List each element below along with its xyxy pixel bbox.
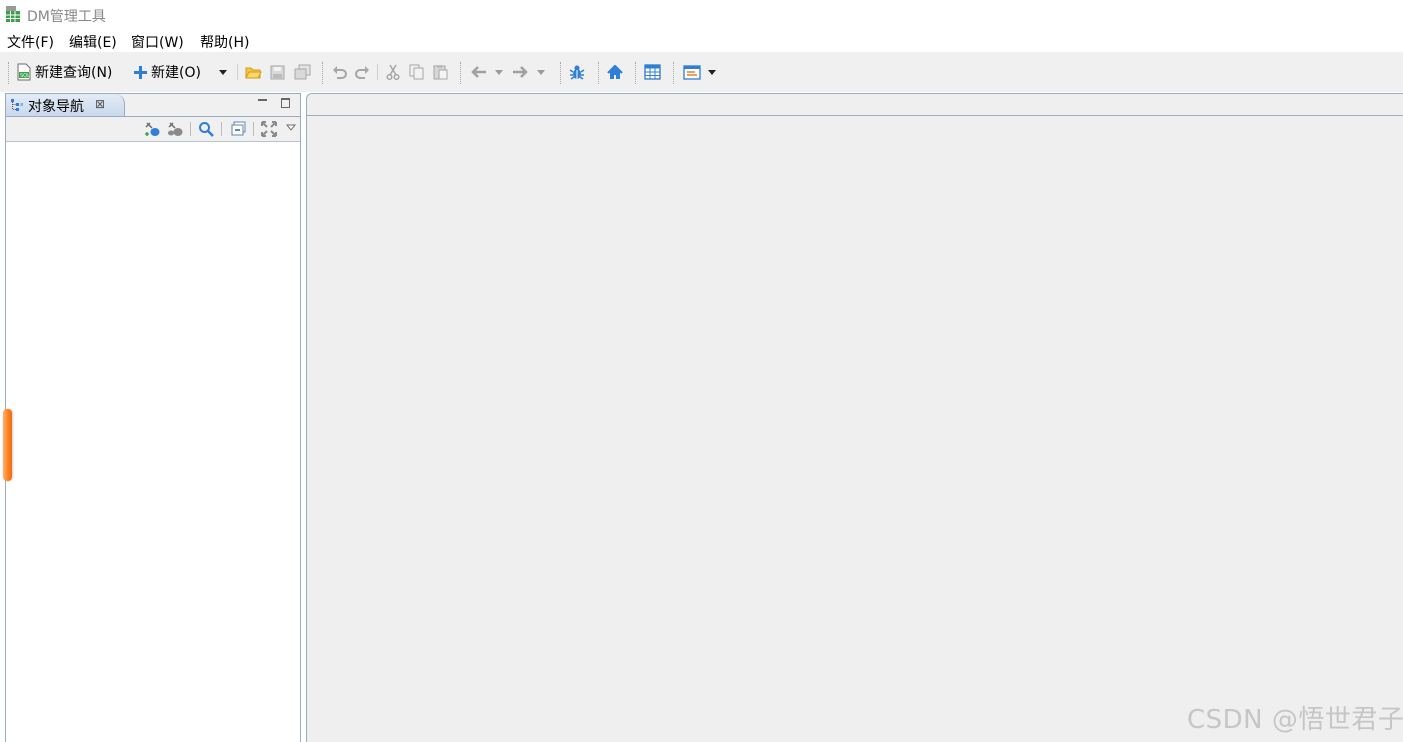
undo-button[interactable]	[332, 60, 348, 84]
table-icon	[644, 64, 661, 80]
toolbar-grip	[673, 62, 674, 84]
copy-icon	[409, 64, 424, 80]
toolbar-grip	[598, 62, 599, 84]
toolbar-grip	[460, 62, 461, 84]
forward-dropdown-button[interactable]	[537, 60, 545, 84]
debug-bug-icon	[569, 64, 585, 80]
tab-object-navigator[interactable]: 对象导航 ⊠	[6, 94, 125, 116]
redo-button[interactable]	[354, 60, 370, 84]
toolbar-separator	[237, 64, 238, 80]
object-navigator-panel: 对象导航 ⊠	[5, 93, 301, 742]
new-dropdown-button[interactable]	[219, 60, 227, 84]
toolbar-separator	[377, 64, 378, 80]
redo-icon	[354, 65, 370, 80]
editor-area	[306, 93, 1403, 742]
view-menu-icon[interactable]	[285, 120, 297, 136]
toolbar-grip	[560, 62, 561, 84]
chevron-down-icon	[495, 69, 503, 75]
menu-bar: 文件(F) 编辑(E) 窗口(W) 帮助(H)	[0, 30, 1403, 52]
back-arrow-icon	[471, 66, 487, 78]
chevron-down-icon	[219, 69, 227, 75]
new-button[interactable]: 新建(O)	[133, 60, 201, 84]
database-table-icon	[5, 6, 21, 23]
toolbar-separator	[190, 122, 191, 136]
navigator-tab-strip: 对象导航 ⊠	[6, 94, 300, 117]
maximize-icon[interactable]	[281, 98, 290, 108]
main-toolbar: SQL 新建查询(N) 新建(O)	[0, 52, 1403, 92]
toolbar-grip	[635, 62, 636, 84]
window-layout-icon	[683, 64, 701, 80]
save-icon	[270, 65, 285, 80]
new-label: 新建(O)	[151, 65, 201, 81]
cut-icon	[386, 64, 400, 80]
title-bar: DM管理工具	[0, 0, 1403, 30]
plus-icon	[133, 65, 148, 80]
svg-text:SQL: SQL	[20, 73, 30, 79]
menu-help[interactable]: 帮助(H)	[200, 32, 249, 52]
cut-button[interactable]	[386, 60, 400, 84]
save-all-icon	[294, 64, 311, 80]
toolbar-separator	[221, 122, 222, 136]
new-query-button[interactable]: SQL 新建查询(N)	[16, 60, 112, 84]
debug-button[interactable]	[569, 60, 585, 84]
paste-icon	[433, 64, 448, 80]
save-button[interactable]	[270, 60, 285, 84]
open-folder-icon	[245, 65, 262, 80]
forward-arrow-icon	[512, 66, 528, 78]
search-icon[interactable]	[198, 121, 214, 141]
navigator-toolbar	[6, 117, 300, 142]
chevron-down-icon	[537, 69, 545, 75]
chevron-down-icon	[708, 69, 716, 75]
undo-icon	[332, 65, 348, 80]
new-query-label: 新建查询(N)	[35, 65, 113, 81]
window-layout-dropdown-button[interactable]	[708, 60, 716, 84]
back-button[interactable]	[471, 60, 487, 84]
table-button[interactable]	[644, 60, 661, 84]
copy-button[interactable]	[409, 60, 424, 84]
minimize-icon[interactable]	[258, 99, 267, 101]
back-dropdown-button[interactable]	[495, 60, 503, 84]
forward-button[interactable]	[512, 60, 528, 84]
navigator-tree-area[interactable]	[6, 142, 300, 742]
save-all-button[interactable]	[294, 60, 311, 84]
editor-tab-strip	[307, 115, 1403, 116]
expand-icon[interactable]	[261, 121, 277, 141]
menu-file[interactable]: 文件(F)	[7, 32, 54, 52]
collapse-all-icon[interactable]	[231, 121, 246, 140]
menu-window[interactable]: 窗口(W)	[131, 32, 184, 52]
toolbar-separator	[253, 122, 254, 136]
sql-file-icon: SQL	[16, 63, 32, 81]
home-button[interactable]	[607, 60, 623, 84]
window-title: DM管理工具	[27, 9, 106, 25]
home-icon	[607, 64, 623, 80]
toolbar-grip	[322, 62, 323, 84]
side-drag-handle[interactable]	[3, 409, 12, 481]
tree-icon	[10, 98, 24, 116]
paste-button[interactable]	[433, 60, 448, 84]
new-connection-icon[interactable]	[144, 121, 161, 141]
close-icon[interactable]: ⊠	[95, 97, 105, 111]
navigator-tab-label: 对象导航	[28, 99, 84, 115]
window-layout-button[interactable]	[683, 60, 701, 84]
disconnect-icon[interactable]	[167, 121, 184, 141]
watermark: CSDN @悟世君子	[1187, 705, 1403, 735]
open-button[interactable]	[245, 60, 262, 84]
toolbar-grip	[8, 62, 9, 84]
menu-edit[interactable]: 编辑(E)	[69, 32, 117, 52]
